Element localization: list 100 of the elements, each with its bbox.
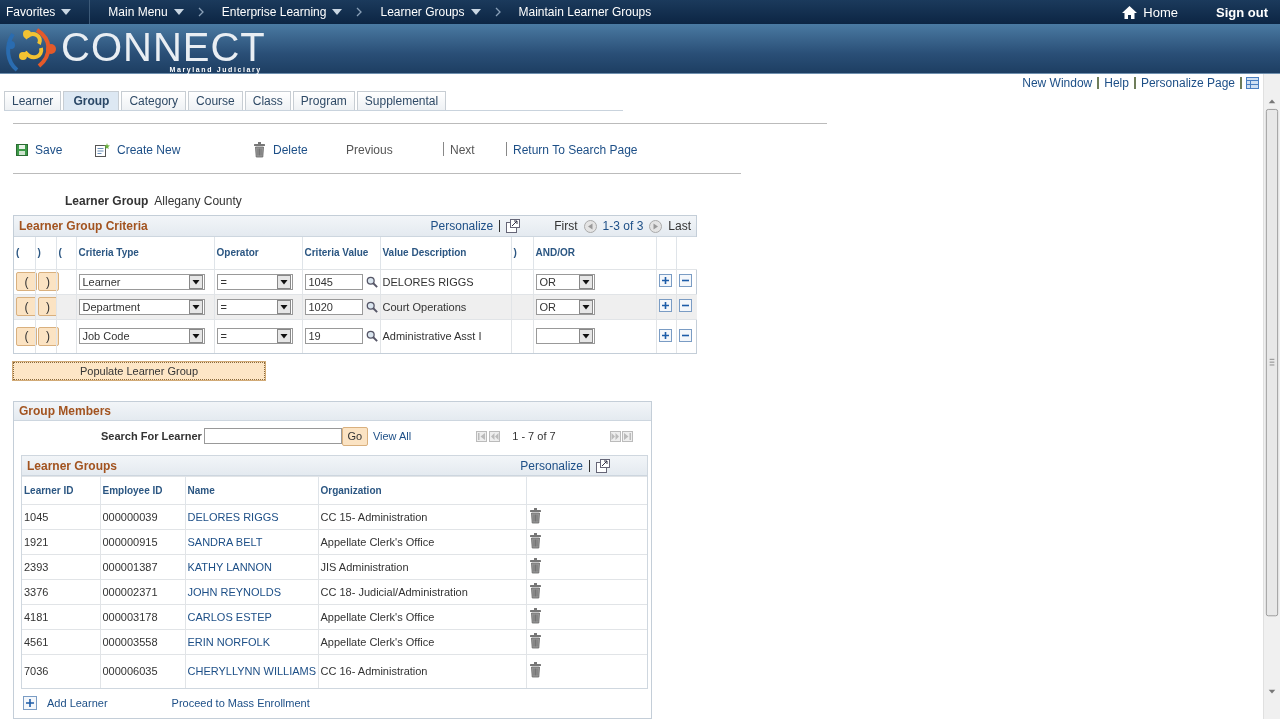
caret-icon: [173, 9, 184, 15]
populate-button[interactable]: Populate Learner Group: [13, 362, 265, 380]
open-paren-button[interactable]: (: [16, 272, 37, 291]
criteria-value-field[interactable]: 1020: [304, 298, 363, 315]
column-header: Name: [185, 476, 318, 505]
learner-name-link[interactable]: CHERYLLYNN WILLIAMS: [187, 665, 317, 678]
trash-icon[interactable]: [528, 558, 542, 574]
nav-menu[interactable]: Learner Groups: [374, 0, 487, 24]
popout-icon[interactable]: [506, 219, 521, 233]
toolbar-link[interactable]: Create New: [95, 141, 253, 157]
tab[interactable]: Supplemental: [356, 91, 447, 110]
column-header: Value Description: [380, 237, 511, 269]
column-header: Criteria Value: [302, 237, 380, 269]
remove-row-icon[interactable]: [678, 299, 692, 312]
row-range: 1-3 of 3: [602, 219, 644, 233]
mass-enrollment-link[interactable]: Proceed to Mass Enrollment: [171, 696, 310, 709]
tab[interactable]: Class: [244, 91, 291, 110]
close-paren-button[interactable]: ): [37, 297, 59, 316]
sign-out-link[interactable]: Sign out: [1210, 0, 1274, 24]
save-icon: [16, 144, 28, 156]
dropdown[interactable]: =: [216, 328, 293, 345]
page-link[interactable]: Help: [1099, 77, 1136, 89]
section-title: Group Members: [19, 404, 112, 418]
add-learner-link[interactable]: Add Learner: [23, 695, 108, 710]
tab[interactable]: Group: [63, 91, 120, 110]
page-link[interactable]: New Window: [1017, 77, 1100, 89]
breadcrumb-link[interactable]: Maintain Learner Groups: [512, 0, 658, 24]
column-header: Employee ID: [100, 476, 185, 505]
toolbar-link[interactable]: Save: [16, 141, 95, 157]
search-icon[interactable]: [365, 274, 378, 289]
dropdown[interactable]: [535, 328, 595, 345]
popout-icon[interactable]: [596, 458, 610, 473]
caret-icon: [332, 9, 343, 15]
trash-icon[interactable]: [528, 662, 542, 679]
search-icon[interactable]: [365, 299, 378, 314]
dropdown[interactable]: Department: [78, 298, 205, 315]
personalize-link[interactable]: Personalize: [520, 458, 583, 473]
criteria-value-field[interactable]: 19: [304, 328, 363, 345]
remove-row-icon[interactable]: [678, 274, 692, 287]
dropdown[interactable]: OR: [535, 298, 595, 315]
close-paren-button[interactable]: ): [37, 272, 59, 291]
nav-menu[interactable]: Main Menu: [102, 0, 190, 24]
table-cell: 000000039: [100, 504, 185, 530]
trash-icon[interactable]: [528, 508, 542, 524]
add-row-icon[interactable]: [658, 274, 672, 287]
dropdown[interactable]: OR: [535, 273, 595, 290]
table-cell: 000003178: [100, 604, 185, 630]
dropdown[interactable]: Job Code: [78, 328, 205, 345]
search-icon[interactable]: [365, 329, 378, 344]
trash-icon[interactable]: [528, 583, 542, 599]
table-cell: Appellate Clerk's Office: [318, 629, 526, 655]
field-label: Learner Group: [65, 194, 149, 208]
page-link[interactable]: Personalize Page: [1135, 77, 1242, 89]
column-header: Learner ID: [22, 476, 100, 505]
learner-name-link[interactable]: CARLOS ESTEP: [187, 611, 272, 623]
column-header: (: [56, 237, 76, 269]
learner-name-link[interactable]: DELORES RIGGS: [187, 511, 279, 523]
dropdown[interactable]: =: [216, 298, 293, 315]
new-document-icon: [95, 143, 110, 157]
remove-row-icon[interactable]: [678, 328, 692, 342]
search-field[interactable]: [203, 428, 342, 444]
learner-name-link[interactable]: KATHY LANNON: [187, 561, 273, 573]
breadcrumb-chevron-icon: [197, 7, 204, 17]
add-row-icon[interactable]: [658, 328, 672, 342]
table-cell: 4181: [22, 604, 100, 630]
dropdown[interactable]: Learner: [78, 273, 205, 290]
close-paren-button[interactable]: ): [37, 326, 59, 346]
trash-icon[interactable]: [528, 533, 542, 549]
logo-wordmark: CONNECT: [61, 27, 266, 66]
learner-name-link[interactable]: SANDRA BELT: [187, 536, 263, 548]
learner-name-link[interactable]: JOHN REYNOLDS: [187, 586, 282, 598]
add-icon: [23, 695, 37, 710]
trash-icon[interactable]: [528, 633, 542, 649]
caret-icon: [470, 9, 481, 15]
tab[interactable]: Program: [292, 91, 355, 110]
go-button[interactable]: Go: [341, 426, 368, 446]
open-paren-button[interactable]: (: [16, 297, 37, 316]
add-row-icon[interactable]: [658, 299, 672, 312]
open-paren-button[interactable]: (: [16, 326, 37, 346]
criteria-value-field[interactable]: 1045: [304, 273, 363, 290]
home-link[interactable]: Home: [1116, 0, 1184, 24]
layout-grid-icon[interactable]: [1246, 77, 1259, 89]
tab[interactable]: Course: [188, 91, 243, 110]
column-header: (: [14, 237, 35, 269]
column-header: Operator: [214, 237, 302, 269]
toolbar-link[interactable]: Return To Search Page: [506, 142, 638, 156]
table-cell: 2393: [22, 554, 100, 580]
trash-icon[interactable]: [528, 608, 542, 624]
table-cell: CC 16- Administration: [318, 654, 526, 688]
view-all-link[interactable]: View All: [372, 430, 412, 442]
tab[interactable]: Category: [121, 91, 187, 110]
tab[interactable]: Learner: [4, 91, 62, 110]
column-header: Criteria Type: [76, 237, 214, 269]
toolbar-link[interactable]: Delete: [253, 140, 346, 158]
nav-menu[interactable]: Enterprise Learning: [215, 0, 349, 24]
dropdown[interactable]: =: [216, 273, 293, 290]
column-header: AND/OR: [533, 237, 656, 269]
table-cell: JIS Administration: [318, 554, 526, 580]
personalize-link[interactable]: Personalize: [430, 219, 494, 233]
learner-name-link[interactable]: ERIN NORFOLK: [187, 636, 270, 648]
